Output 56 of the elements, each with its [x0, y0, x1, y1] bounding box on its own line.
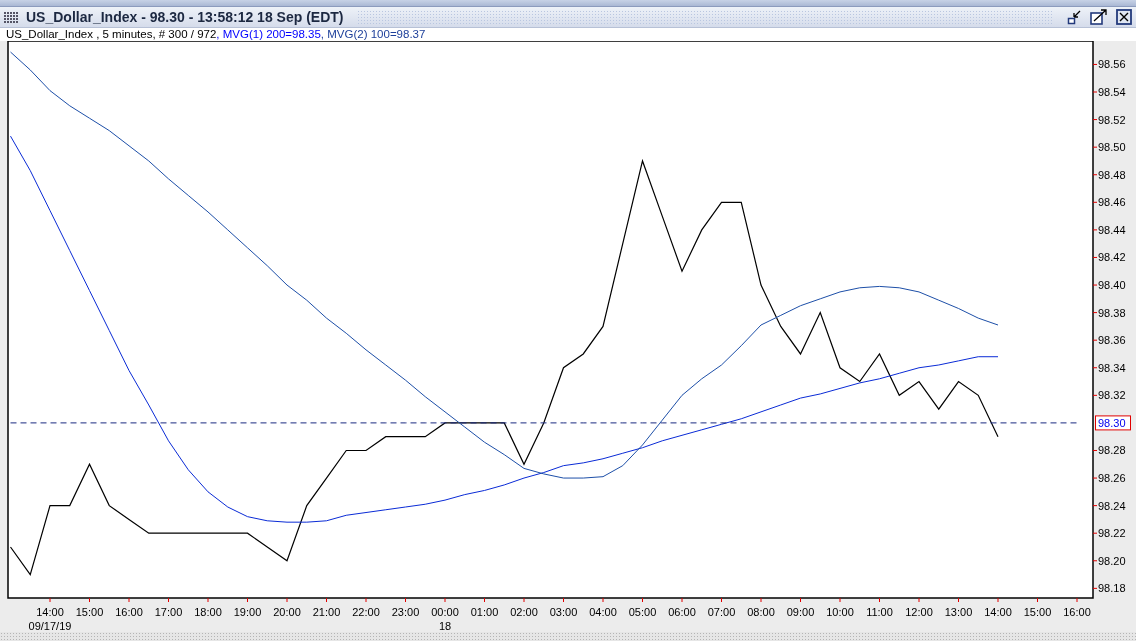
last-price-tag: 98.30 — [1095, 415, 1131, 431]
y-axis-label: 98.50 — [1098, 141, 1126, 154]
x-axis-label: 19:00 — [233, 606, 262, 618]
x-axis-label: 23:00 — [391, 606, 420, 618]
restore-icon[interactable] — [1066, 9, 1082, 25]
y-axis-label: 98.56 — [1098, 58, 1126, 71]
x-axis-label: 16:00 — [1063, 606, 1091, 618]
x-axis-label: 17:00 — [154, 606, 183, 618]
y-axis-label: 98.54 — [1098, 86, 1126, 98]
date-label: 09/17/19 — [28, 620, 72, 632]
x-axis-label: 07:00 — [707, 606, 736, 618]
y-axis-label: 98.38 — [1098, 306, 1126, 319]
y-axis-label: 98.44 — [1098, 223, 1126, 236]
maximize-icon[interactable] — [1090, 9, 1108, 25]
x-axis-label: 04:00 — [589, 606, 617, 618]
x-axis-label: 11:00 — [866, 606, 893, 618]
x-axis-label: 15:00 — [75, 606, 104, 618]
x-axis-label: 22:00 — [352, 606, 380, 618]
y-axis-label: 98.18 — [1098, 582, 1126, 595]
x-axis-label: 10:00 — [826, 606, 854, 618]
x-axis-label: 12:00 — [905, 606, 933, 618]
close-icon[interactable] — [1116, 9, 1132, 25]
y-axis-label: 98.42 — [1098, 251, 1126, 264]
y-axis-label: 98.36 — [1098, 334, 1126, 347]
x-axis-label: 00:00 — [431, 606, 459, 618]
x-axis-label: 02:00 — [510, 606, 538, 618]
y-axis-label: 98.40 — [1098, 279, 1126, 292]
x-axis-label: 20:00 — [273, 606, 301, 618]
x-axis-label: 18:00 — [194, 606, 222, 618]
x-axis-label: 03:00 — [549, 606, 578, 618]
date-label: 18 — [438, 620, 452, 632]
x-axis-label: 15:00 — [1023, 606, 1052, 618]
x-axis-label: 06:00 — [668, 606, 696, 618]
window-title: US_Dollar_Index - 98.30 - 13:58:12 18 Sep (EDT) — [26, 7, 344, 27]
y-axis-label: 98.46 — [1098, 196, 1126, 209]
x-axis-label: 13:00 — [944, 606, 973, 618]
y-axis-label: 98.28 — [1098, 444, 1126, 457]
y-axis-label: 98.48 — [1098, 168, 1126, 181]
x-axis-label: 08:00 — [747, 606, 775, 618]
moving-average-legend-text: , MVG(1) 200=98.35 — [216, 28, 321, 40]
y-axis-label: 98.32 — [1098, 389, 1126, 402]
y-axis-label: 98.24 — [1098, 499, 1126, 512]
x-axis-label: 21:00 — [312, 606, 341, 618]
y-axis-label: 98.34 — [1098, 361, 1126, 374]
x-axis-label: 05:00 — [628, 606, 657, 618]
x-axis-label: 14:00 — [984, 606, 1012, 618]
y-axis-label: 98.22 — [1098, 527, 1126, 540]
x-axis-label: 16:00 — [115, 606, 143, 618]
x-axis-label: 09:00 — [786, 606, 815, 618]
x-axis-label: 01:00 — [470, 606, 499, 618]
y-axis-label: 98.26 — [1098, 472, 1126, 485]
grip-icon — [4, 11, 18, 23]
moving-average-legend-text: , MVG(2) 100=98.37 — [320, 28, 426, 40]
y-axis-label: 98.20 — [1098, 554, 1126, 567]
x-axis-label: 14:00 — [36, 606, 64, 618]
y-axis-label: 98.52 — [1098, 113, 1126, 126]
